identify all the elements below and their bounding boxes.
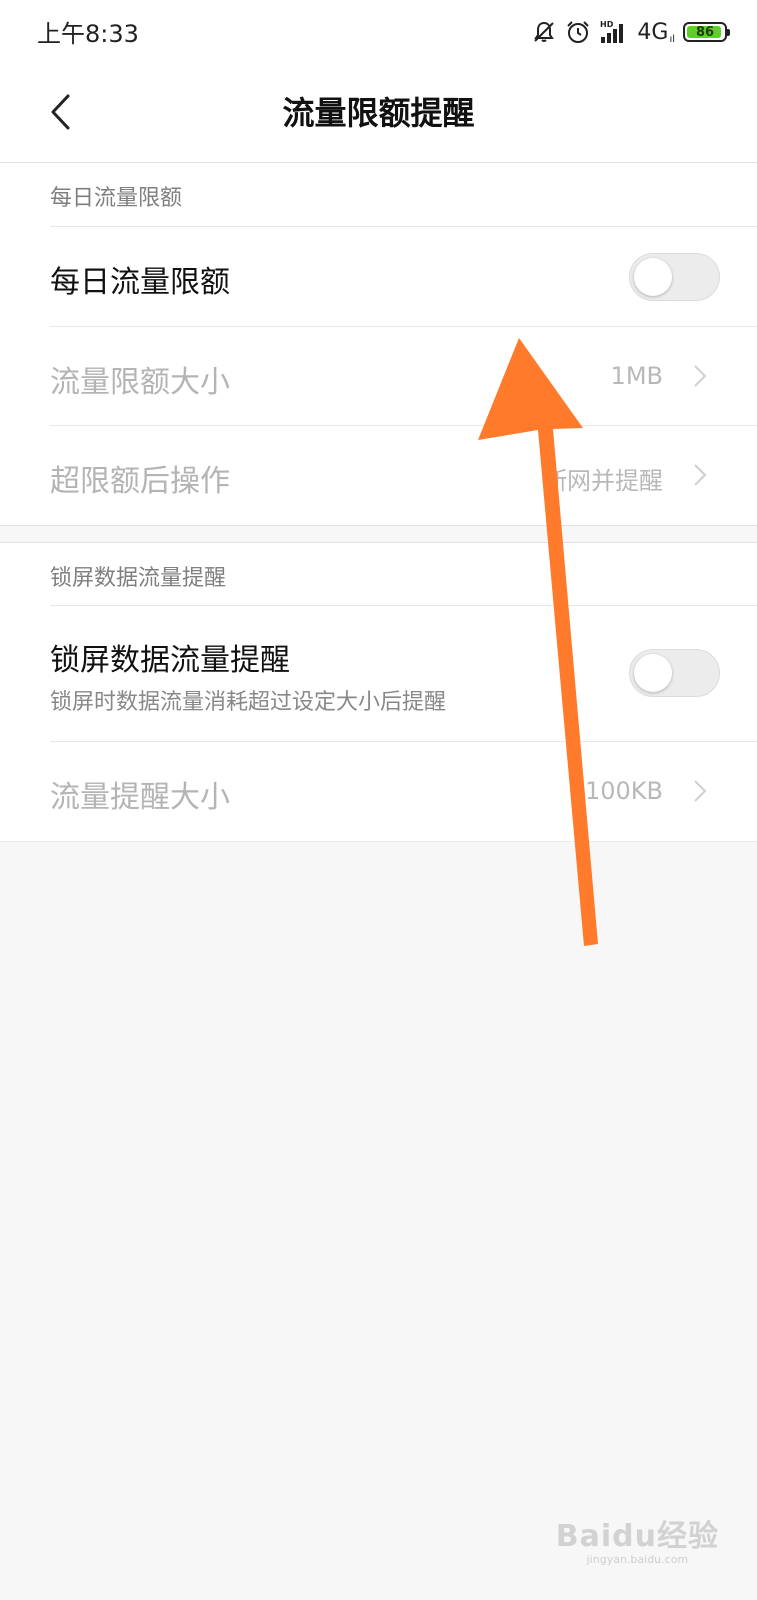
- group-divider: [0, 525, 757, 526]
- daily-limit-toggle[interactable]: [629, 253, 720, 301]
- lockscreen-reminder-desc: 锁屏时数据流量消耗超过设定大小后提醒: [50, 690, 447, 715]
- top-area: 上午8:33 HD 4Gıl 86 流量限额提醒: [0, 0, 757, 165]
- mute-icon: [531, 19, 557, 45]
- section-title-daily: 每日流量限额: [50, 186, 183, 211]
- chevron-right-icon: [694, 365, 707, 387]
- chevron-right-icon: [694, 780, 707, 802]
- daily-limit-group: 每日流量限额 每日流量限额 流量限额大小 1MB 超限额后操作 断网并提醒: [0, 163, 757, 525]
- baidu-watermark: Baidu经验 jingyan.baidu.com: [556, 1511, 719, 1566]
- reminder-size-value: 100KB: [584, 777, 663, 805]
- status-icons: HD 4Gıl 86: [531, 14, 730, 50]
- lockscreen-reminder-label: 锁屏数据流量提醒: [50, 643, 290, 678]
- lockscreen-group: 锁屏数据流量提醒 锁屏数据流量提醒 锁屏时数据流量消耗超过设定大小后提醒 流量提…: [0, 543, 757, 841]
- daily-limit-row[interactable]: 每日流量限额: [0, 227, 757, 326]
- network-activity: ıl: [669, 33, 675, 45]
- toggle-knob: [634, 654, 672, 692]
- battery-level: 86: [695, 24, 715, 40]
- status-time: 上午8:33: [37, 20, 139, 48]
- reminder-size-label: 流量提醒大小: [50, 780, 230, 815]
- hd-label: HD: [600, 20, 614, 29]
- watermark-brand: Baidu经验: [555, 1519, 719, 1554]
- network-type: 4Gıl: [637, 20, 675, 45]
- over-limit-action-row[interactable]: 超限额后操作 断网并提醒: [0, 426, 757, 525]
- network-type-label: 4G: [637, 19, 669, 45]
- page-title: 流量限额提醒: [282, 94, 475, 132]
- lockscreen-reminder-row[interactable]: 锁屏数据流量提醒 锁屏时数据流量消耗超过设定大小后提醒: [0, 606, 757, 741]
- over-limit-action-label: 超限额后操作: [50, 464, 230, 499]
- status-bar: 上午8:33 HD 4Gıl 86: [0, 0, 757, 64]
- limit-size-value: 1MB: [610, 362, 663, 390]
- battery-icon: 86: [683, 22, 730, 42]
- signal-icon: HD: [599, 19, 629, 45]
- alarm-icon: [565, 19, 591, 45]
- chevron-right-icon: [694, 464, 707, 486]
- limit-size-label: 流量限额大小: [50, 365, 230, 400]
- daily-limit-label: 每日流量限额: [50, 265, 230, 300]
- limit-size-row[interactable]: 流量限额大小 1MB: [0, 327, 757, 425]
- over-limit-action-value: 断网并提醒: [543, 467, 663, 495]
- title-bar: 流量限额提醒: [0, 64, 757, 162]
- section-title-lockscreen: 锁屏数据流量提醒: [50, 566, 227, 591]
- toggle-knob: [634, 258, 672, 296]
- group-divider: [0, 841, 757, 842]
- reminder-size-row[interactable]: 流量提醒大小 100KB: [0, 742, 757, 841]
- lockscreen-reminder-toggle[interactable]: [629, 649, 720, 697]
